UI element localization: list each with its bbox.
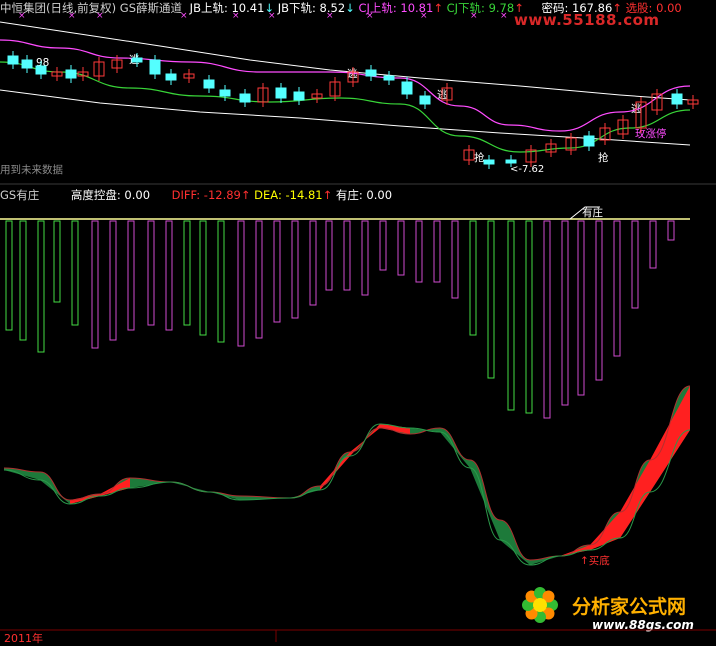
histogram-bar [91,220,99,349]
histogram-bar [543,220,551,419]
candle-body [165,73,177,81]
candle-body [35,65,47,75]
histogram-bar [199,220,207,336]
histogram-bar [37,220,45,353]
candle-body [365,69,377,77]
ribbon-line-b [3,423,691,566]
signal-marker: × [96,11,104,21]
histogram-bar [217,220,225,343]
candle-body [131,57,143,63]
candle-body [65,69,77,79]
candle-body [383,75,395,81]
histogram-bar [451,220,459,299]
signal-marker: × [366,11,374,21]
histogram-bar [507,220,515,411]
cj-upper-curve [0,39,691,132]
signal-marker: × [18,11,26,21]
histogram-bar [53,220,61,303]
signal-marker: × [68,11,76,21]
candle-body [583,135,595,147]
signal-marker: × [470,11,478,21]
ribbon-fill-green [4,386,690,565]
signal-marker: × [500,11,508,21]
histogram-bar [343,220,351,291]
histogram-bar [147,220,155,326]
histogram-bar [631,220,639,309]
histogram-bar [595,220,603,381]
histogram-bar [237,220,245,347]
histogram-bar [273,220,281,323]
logo-center [533,598,547,612]
histogram-bar [379,220,387,271]
ribbon-fill-red [320,424,410,490]
candle-body [483,159,495,165]
zhuang-pointer [569,206,600,220]
ribbon-line-a [3,385,691,561]
histogram-bar [469,220,477,336]
histogram-bar [487,220,495,379]
signal-marker: × [420,11,428,21]
candle-body [239,93,251,103]
signal-marker: × [180,11,188,21]
histogram-bar [109,220,117,341]
histogram-bar [71,220,79,326]
histogram-bar [415,220,423,283]
histogram-bar [325,220,333,291]
candle-body [293,91,305,101]
candle-body [219,89,231,97]
histogram-bar [667,220,675,241]
histogram-bar [127,220,135,331]
candle-body [21,59,33,69]
histogram-bar [397,220,405,276]
channel-upper-line [0,21,691,101]
histogram-bar [291,220,299,319]
candle-body [203,79,215,89]
candle-body [275,87,287,99]
candle-body [671,93,683,105]
histogram-bar [165,220,173,331]
histogram-bar [577,220,585,396]
signal-marker: × [268,11,276,21]
histogram-bar [183,220,191,326]
candle-body [401,81,413,95]
histogram-bar [5,220,13,331]
histogram-bar [613,220,621,357]
candle-body [149,59,161,75]
candle-body [419,95,431,105]
histogram-bar [309,220,317,306]
histogram-bar [19,220,27,341]
histogram-bar [255,220,263,339]
histogram-bar [361,220,369,296]
histogram-bar [525,220,533,414]
chart-canvas[interactable]: × × × × × × × × × × × [0,0,716,642]
candle-body [7,55,19,65]
histogram-bar [561,220,569,406]
signal-marker: × [232,11,240,21]
candle-body [505,159,517,164]
signal-marker: × [326,11,334,21]
histogram-bar [649,220,657,269]
histogram-bar [433,220,441,283]
ribbon-fill-red [560,386,690,556]
